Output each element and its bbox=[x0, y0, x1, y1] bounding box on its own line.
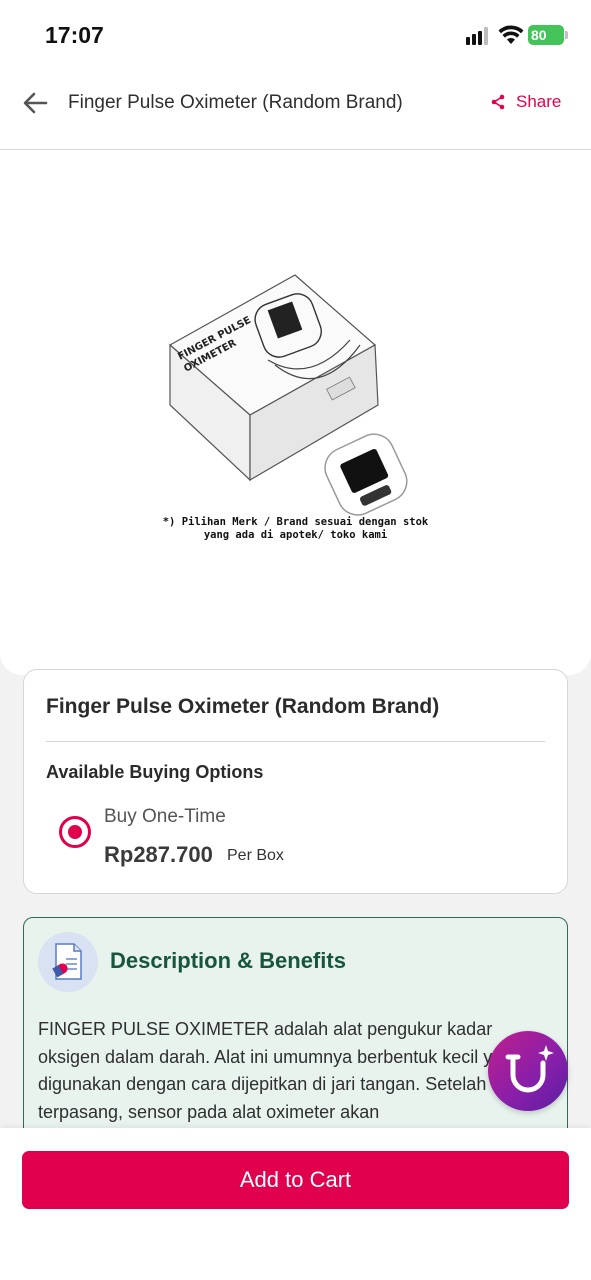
add-to-cart-button[interactable]: Add to Cart bbox=[22, 1151, 569, 1209]
top-app-bar: Finger Pulse Oximeter (Random Brand) Sha… bbox=[0, 70, 591, 150]
product-info-card: Finger Pulse Oximeter (Random Brand) Ava… bbox=[23, 669, 568, 894]
battery-tip bbox=[565, 31, 568, 39]
description-title: Description & Benefits bbox=[110, 948, 346, 973]
share-button[interactable]: Share bbox=[490, 92, 561, 112]
battery-icon: 80 bbox=[528, 25, 564, 45]
caption-line-2: yang ada di apotek/ toko kami bbox=[203, 529, 388, 541]
buy-option-label[interactable]: Buy One-Time bbox=[104, 806, 226, 828]
page-title: Finger Pulse Oximeter (Random Brand) bbox=[68, 92, 403, 113]
buy-one-time-radio[interactable] bbox=[59, 816, 91, 848]
product-name: Finger Pulse Oximeter (Random Brand) bbox=[46, 695, 440, 718]
share-icon bbox=[491, 94, 505, 110]
bottom-action-bar: Add to Cart bbox=[0, 1128, 591, 1280]
assistant-stethoscope-icon bbox=[505, 1045, 554, 1093]
signal-icon bbox=[466, 27, 488, 45]
divider bbox=[46, 741, 545, 742]
wifi-icon bbox=[498, 25, 524, 44]
caption-line-1: *) Pilihan Merk / Brand sesuai dengan st… bbox=[162, 516, 429, 528]
buy-option-price: Rp287.700 bbox=[104, 842, 213, 867]
document-pill-icon bbox=[38, 932, 98, 992]
status-time: 17:07 bbox=[45, 22, 104, 48]
back-arrow-icon[interactable] bbox=[20, 88, 50, 118]
status-bar: 17:07 80 bbox=[0, 0, 591, 70]
assistant-button[interactable] bbox=[488, 1031, 568, 1111]
battery-level: 80 bbox=[531, 27, 547, 43]
buying-options-heading: Available Buying Options bbox=[46, 762, 264, 782]
product-image: FINGER PULSE OXIMETER bbox=[168, 274, 408, 516]
share-label: Share bbox=[516, 92, 562, 111]
product-image-caption: *) Pilihan Merk / Brand sesuai dengan st… bbox=[0, 516, 591, 542]
description-text: FINGER PULSE OXIMETER adalah alat penguk… bbox=[38, 1019, 523, 1122]
buy-option-unit: Per Box bbox=[227, 847, 284, 864]
product-image-area: FINGER PULSE OXIMETER *) Pilihan Merk / … bbox=[0, 150, 591, 675]
